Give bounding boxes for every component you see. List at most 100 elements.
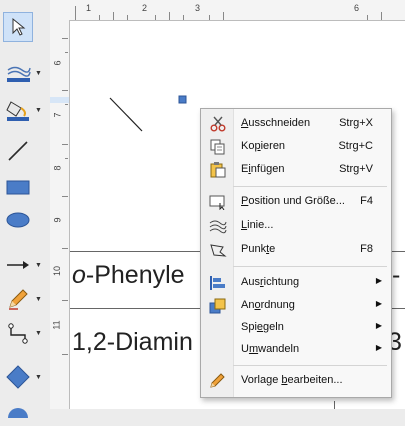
submenu-arrow-icon: ▶ bbox=[375, 321, 382, 330]
cell-text-main: -Phenyle bbox=[85, 261, 185, 289]
menu-item-arrange[interactable]: Anordnung ▶ bbox=[201, 295, 391, 317]
menu-separator bbox=[233, 266, 387, 267]
line-color-dropdown[interactable]: ▼ bbox=[35, 70, 42, 77]
menu-item-paste[interactable]: Einfügen Strg+V bbox=[201, 159, 391, 181]
menu-item-cut[interactable]: Ausschneiden Strg+X bbox=[201, 113, 391, 135]
ruler-tick bbox=[62, 300, 68, 301]
ruler-tick bbox=[62, 354, 68, 355]
arrange-icon bbox=[209, 298, 227, 314]
menu-item-label: Umwandeln bbox=[241, 343, 300, 355]
ruler-tick bbox=[169, 12, 170, 20]
fill-color-button[interactable]: ▼ bbox=[3, 95, 47, 125]
submenu-arrow-icon: ▶ bbox=[375, 343, 382, 352]
menu-separator bbox=[233, 186, 387, 187]
arrow-lines-button[interactable]: ▼ bbox=[3, 250, 47, 280]
rectangle-tool-button[interactable] bbox=[3, 172, 47, 202]
ruler-label: 11 bbox=[51, 320, 62, 330]
copy-icon bbox=[209, 139, 227, 155]
scissors-icon bbox=[209, 116, 227, 132]
menu-item-shortcut: Strg+C bbox=[338, 140, 373, 152]
ruler-tick bbox=[62, 144, 68, 145]
menu-item-alignment[interactable]: Ausrichtung ▶ bbox=[201, 272, 391, 294]
more-shapes-button[interactable] bbox=[3, 396, 47, 426]
curves-dropdown[interactable]: ▼ bbox=[35, 296, 42, 303]
ruler-label: 8 bbox=[52, 165, 63, 171]
edit-template-pencil-icon bbox=[209, 373, 227, 389]
vertical-ruler[interactable]: 6 7 8 9 10 11 bbox=[50, 20, 70, 409]
mnemonic-letter: m bbox=[248, 343, 259, 355]
submenu-arrow-icon: ▶ bbox=[375, 276, 382, 285]
mnemonic-letter: A bbox=[241, 117, 249, 129]
line-icon bbox=[3, 136, 33, 166]
mnemonic-letter: p bbox=[254, 140, 261, 152]
ruler-tick bbox=[183, 15, 184, 20]
menu-item-flip[interactable]: Spiegeln ▶ bbox=[201, 317, 391, 339]
menu-item-copy[interactable]: Kopieren Strg+C bbox=[201, 136, 391, 158]
ruler-tick bbox=[113, 12, 114, 20]
line-color-button[interactable]: ▼ bbox=[3, 58, 47, 88]
ruler-tick bbox=[381, 12, 382, 20]
mnemonic-letter: P bbox=[241, 195, 249, 207]
mnemonic-letter: o bbox=[254, 299, 261, 311]
menu-item-position-size[interactable]: Position und Größe... F4 bbox=[201, 191, 391, 213]
points-icon bbox=[209, 242, 227, 258]
mnemonic-letter: e bbox=[256, 321, 264, 333]
position-size-icon bbox=[209, 194, 227, 211]
ruler-tick bbox=[65, 52, 68, 53]
menu-separator bbox=[233, 365, 387, 366]
selection-handle[interactable] bbox=[178, 95, 187, 104]
menu-item-label: Linie... bbox=[241, 219, 274, 231]
connector-icon bbox=[3, 318, 33, 348]
menu-item-label: Vorlage bearbeiten... bbox=[241, 374, 343, 386]
basic-shapes-button[interactable]: ▼ bbox=[3, 362, 47, 392]
ruler-tick bbox=[65, 158, 68, 159]
ruler-label: 2 bbox=[142, 3, 148, 13]
fill-color-dropdown[interactable]: ▼ bbox=[35, 107, 42, 114]
table-cell-text-right[interactable]: - bbox=[392, 261, 400, 290]
menu-item-line[interactable]: Linie... bbox=[201, 215, 391, 237]
ruler-tick bbox=[99, 15, 100, 20]
menu-item-edit-template[interactable]: Vorlage bearbeiten... bbox=[201, 370, 391, 392]
menu-item-points[interactable]: Punkte F8 bbox=[201, 239, 391, 261]
select-tool-button[interactable] bbox=[3, 12, 47, 42]
menu-item-label: Punkte bbox=[241, 243, 276, 255]
mnemonic-letter: t bbox=[266, 243, 270, 255]
ruler-corner bbox=[50, 0, 70, 21]
fill-bucket-icon bbox=[3, 95, 33, 125]
ellipse-tool-button[interactable] bbox=[3, 205, 47, 235]
align-icon bbox=[209, 275, 227, 291]
selection-marker bbox=[50, 97, 69, 103]
ruler-tick bbox=[62, 38, 68, 39]
ruler-tick bbox=[367, 15, 368, 20]
table-cell-text[interactable]: o-Phenyle bbox=[72, 261, 185, 290]
horizontal-ruler[interactable]: 1 2 3 6 bbox=[69, 0, 405, 21]
mnemonic-letter: r bbox=[259, 276, 264, 288]
menu-item-label: Ausrichtung bbox=[241, 276, 300, 288]
line-tool-button[interactable] bbox=[3, 136, 47, 166]
menu-item-shortcut: F4 bbox=[360, 195, 373, 207]
curves-button[interactable]: ▼ bbox=[3, 284, 47, 314]
connectors-button[interactable]: ▼ bbox=[3, 318, 47, 348]
select-arrow-icon bbox=[3, 12, 33, 42]
ruler-label: 1 bbox=[86, 3, 92, 13]
ruler-tick bbox=[75, 6, 76, 20]
table-cell-text[interactable]: 1,2-Diamin bbox=[72, 328, 193, 357]
arrow-lines-dropdown[interactable]: ▼ bbox=[35, 262, 42, 269]
menu-item-shortcut: Strg+X bbox=[339, 117, 373, 129]
ruler-tick bbox=[62, 196, 68, 197]
ruler-tick bbox=[62, 248, 68, 249]
menu-item-label: Einfügen bbox=[241, 163, 285, 175]
arrow-line-icon bbox=[3, 250, 33, 280]
submenu-arrow-icon: ▶ bbox=[375, 299, 382, 308]
menu-item-shortcut: F8 bbox=[360, 243, 373, 255]
ruler-label: 6 bbox=[52, 60, 63, 66]
connectors-dropdown[interactable]: ▼ bbox=[35, 330, 42, 337]
basic-shapes-dropdown[interactable]: ▼ bbox=[35, 374, 42, 381]
line-color-icon bbox=[3, 58, 33, 88]
menu-item-convert[interactable]: Umwandeln ▶ bbox=[201, 339, 391, 361]
ellipse-icon bbox=[3, 205, 33, 235]
pencil-icon bbox=[3, 284, 33, 314]
ruler-label: 6 bbox=[354, 3, 360, 13]
rectangle-icon bbox=[3, 172, 33, 202]
ruler-tick bbox=[62, 90, 68, 91]
